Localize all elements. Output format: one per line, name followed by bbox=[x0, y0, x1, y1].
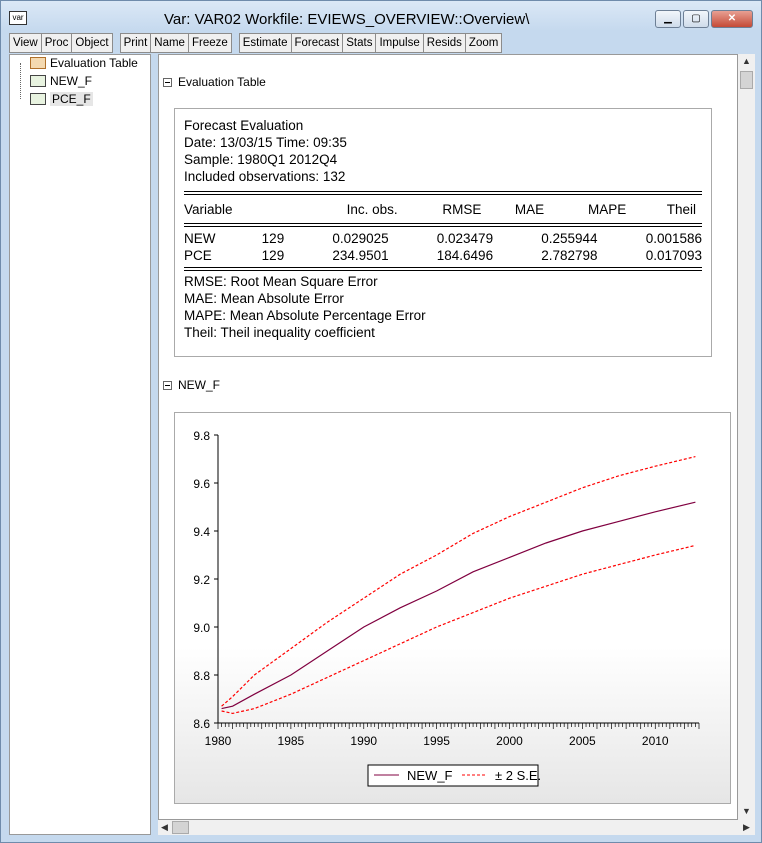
forecast-button[interactable]: Forecast bbox=[290, 33, 344, 53]
horizontal-scrollbar[interactable]: ◀ ▶ bbox=[158, 820, 755, 835]
x-tick-label: 2005 bbox=[569, 734, 596, 748]
eval-title: Forecast Evaluation bbox=[184, 118, 304, 133]
eviews-window: var Var: VAR02 Workfile: EVIEWS_OVERVIEW… bbox=[0, 0, 762, 843]
legend-label: NEW_F bbox=[407, 768, 453, 783]
tree-item-evaluation-table[interactable]: Evaluation Table bbox=[30, 56, 138, 70]
note: MAPE: Mean Absolute Percentage Error bbox=[184, 308, 426, 323]
graph-icon bbox=[30, 75, 46, 87]
collapse-icon[interactable] bbox=[163, 380, 172, 390]
y-tick-label: 9.8 bbox=[193, 429, 210, 443]
view-button[interactable]: View bbox=[9, 33, 42, 53]
scroll-thumb[interactable] bbox=[740, 71, 753, 89]
collapse-icon[interactable] bbox=[163, 77, 172, 87]
y-tick-label: 9.2 bbox=[193, 573, 210, 587]
x-tick-label: 1995 bbox=[423, 734, 450, 748]
y-tick-label: 8.8 bbox=[193, 669, 210, 683]
freeze-button[interactable]: Freeze bbox=[187, 33, 232, 53]
object-button[interactable]: Object bbox=[71, 33, 113, 53]
note: RMSE: Root Mean Square Error bbox=[184, 274, 378, 289]
minimize-button[interactable]: ▁ bbox=[655, 10, 681, 28]
section-new-f[interactable]: NEW_F bbox=[163, 378, 220, 392]
table-icon bbox=[30, 57, 46, 69]
eval-obs: Included observations: 132 bbox=[184, 169, 346, 184]
table-header: Variable Inc. obs. RMSE MAE MAPE Theil bbox=[184, 201, 696, 217]
evaluation-table: Forecast Evaluation Date: 13/03/15 Time:… bbox=[174, 108, 712, 357]
graph-icon bbox=[30, 93, 46, 105]
object-tree: Evaluation Table NEW_F PCE_F bbox=[9, 54, 151, 835]
forecast-graph: 9.8 9.6 9.4 9.2 9.0 8.8 8.6 1980 1985 1990 1995 200… bbox=[174, 412, 731, 804]
eval-sample: Sample: 1980Q1 2012Q4 bbox=[184, 152, 338, 167]
x-tick-label: 1980 bbox=[205, 734, 232, 748]
maximize-button[interactable]: ▢ bbox=[683, 10, 709, 28]
toolbar: View Proc Object Print Name Freeze Estim… bbox=[9, 33, 503, 53]
x-tick-label: 1985 bbox=[278, 734, 305, 748]
name-button[interactable]: Name bbox=[150, 33, 189, 53]
output-pane: Evaluation Table Forecast Evaluation Dat… bbox=[158, 54, 738, 820]
eval-date: Date: 13/03/15 Time: 09:35 bbox=[184, 135, 347, 150]
pane-splitter[interactable] bbox=[151, 54, 158, 835]
scroll-thumb[interactable] bbox=[172, 821, 189, 834]
window-title: Var: VAR02 Workfile: EVIEWS_OVERVIEW::Ov… bbox=[164, 11, 530, 28]
x-tick-label: 2000 bbox=[496, 734, 523, 748]
print-button[interactable]: Print bbox=[119, 33, 152, 53]
estimate-button[interactable]: Estimate bbox=[238, 33, 292, 53]
resids-button[interactable]: Resids bbox=[422, 33, 466, 53]
var-app-icon[interactable]: var bbox=[9, 11, 27, 25]
series-line-2se bbox=[221, 456, 696, 707]
note: Theil: Theil inequality coefficient bbox=[184, 325, 375, 340]
y-tick-label: 9.4 bbox=[193, 525, 210, 539]
table-row: PCE 129 234.9501 184.6496 2.782798 0.017093 bbox=[184, 248, 702, 263]
tree-item-new-f[interactable]: NEW_F bbox=[30, 74, 92, 88]
tree-item-pce-f[interactable]: PCE_F bbox=[30, 92, 93, 106]
stats-button[interactable]: Stats bbox=[342, 33, 377, 53]
x-tick-label: 2010 bbox=[642, 734, 669, 748]
vertical-scrollbar[interactable]: ▲ ▼ bbox=[738, 54, 755, 820]
x-tick-label: 1990 bbox=[350, 734, 377, 748]
close-button[interactable]: ✕ bbox=[711, 10, 753, 28]
series-line-newf bbox=[221, 501, 696, 710]
y-tick-label: 9.0 bbox=[193, 621, 210, 635]
note: MAE: Mean Absolute Error bbox=[184, 291, 344, 306]
impulse-button[interactable]: Impulse bbox=[375, 33, 424, 53]
section-evaluation-table[interactable]: Evaluation Table bbox=[163, 75, 266, 89]
series-line-lower-band bbox=[221, 544, 696, 715]
proc-button[interactable]: Proc bbox=[40, 33, 73, 53]
y-tick-label: 8.6 bbox=[193, 717, 210, 731]
y-tick-label: 9.6 bbox=[193, 477, 210, 491]
chart-svg: 9.8 9.6 9.4 9.2 9.0 8.8 8.6 1980 1985 1990 1995 200… bbox=[193, 429, 700, 787]
legend-label: ± 2 S.E. bbox=[495, 768, 541, 783]
eval-results-table: Variable Inc. obs. RMSE MAE MAPE Theil bbox=[184, 198, 702, 220]
zoom-button[interactable]: Zoom bbox=[464, 33, 503, 53]
table-row: NEW 129 0.029025 0.023479 0.255944 0.001586 bbox=[184, 231, 702, 246]
